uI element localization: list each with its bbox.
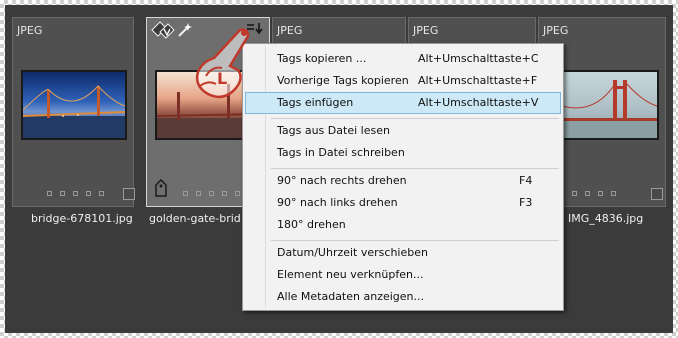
menu-separator xyxy=(271,168,559,169)
bridge-photo xyxy=(22,85,126,138)
format-label: JPEG xyxy=(543,24,569,37)
format-label: JPEG xyxy=(413,24,439,37)
context-menu: Tags kopieren ... Alt+Umschalttaste+C Vo… xyxy=(242,43,564,311)
select-checkbox[interactable] xyxy=(651,188,663,200)
format-label: JPEG xyxy=(17,24,43,37)
select-checkbox[interactable] xyxy=(123,188,135,200)
shortcut-label: F3 xyxy=(519,196,533,209)
media-tile[interactable]: JPEG xyxy=(12,17,135,207)
bridge-photo xyxy=(550,80,658,138)
menu-item-copy-previous-tags[interactable]: Vorherige Tags kopieren Alt+Umschalttast… xyxy=(245,70,561,92)
menu-item-rotate-left[interactable]: 90° nach links drehen F3 xyxy=(245,192,561,214)
rating-dots[interactable] xyxy=(47,191,104,196)
thumbnail-image[interactable] xyxy=(549,70,659,140)
menu-item-read-tags-from-file[interactable]: Tags aus Datei lesen xyxy=(245,120,561,142)
menu-item-write-tags-to-file[interactable]: Tags in Datei schreiben xyxy=(245,142,561,164)
shortcut-label: F4 xyxy=(519,174,533,187)
menu-item-shift-datetime[interactable]: Datum/Uhrzeit verschieben xyxy=(245,242,561,264)
menu-item-copy-tags[interactable]: Tags kopieren ... Alt+Umschalttaste+C xyxy=(245,48,561,70)
shortcut-label: Alt+Umschalttaste+C xyxy=(418,52,539,65)
filename-label: bridge-678101.jpg xyxy=(31,212,133,225)
format-label: JPEG xyxy=(277,24,303,37)
menu-item-paste-tags[interactable]: Tags einfügen Alt+Umschalttaste+V xyxy=(245,92,561,114)
menu-item-show-all-metadata[interactable]: Alle Metadaten anzeigen... xyxy=(245,286,561,308)
filename-label: IMG_4836.jpg xyxy=(568,212,644,225)
pointer-label: L xyxy=(217,69,227,88)
tags-icon[interactable] xyxy=(150,20,176,43)
rating-dots[interactable] xyxy=(559,191,616,196)
thumbnail-image[interactable] xyxy=(21,70,127,140)
shortcut-label: Alt+Umschalttaste+V xyxy=(418,96,539,109)
pointer-hand-icon: L xyxy=(186,26,266,107)
filename-label: golden-gate-brid xyxy=(149,212,241,225)
menu-separator xyxy=(271,240,559,241)
menu-separator xyxy=(271,118,559,119)
menu-item-relink-element[interactable]: Element neu verknüpfen... xyxy=(245,264,561,286)
menu-item-rotate-right[interactable]: 90° nach rechts drehen F4 xyxy=(245,170,561,192)
rating-dots[interactable] xyxy=(183,191,240,196)
shortcut-label: Alt+Umschalttaste+F xyxy=(418,74,538,87)
tag-icon xyxy=(154,178,168,200)
menu-item-rotate-180[interactable]: 180° drehen xyxy=(245,214,561,236)
